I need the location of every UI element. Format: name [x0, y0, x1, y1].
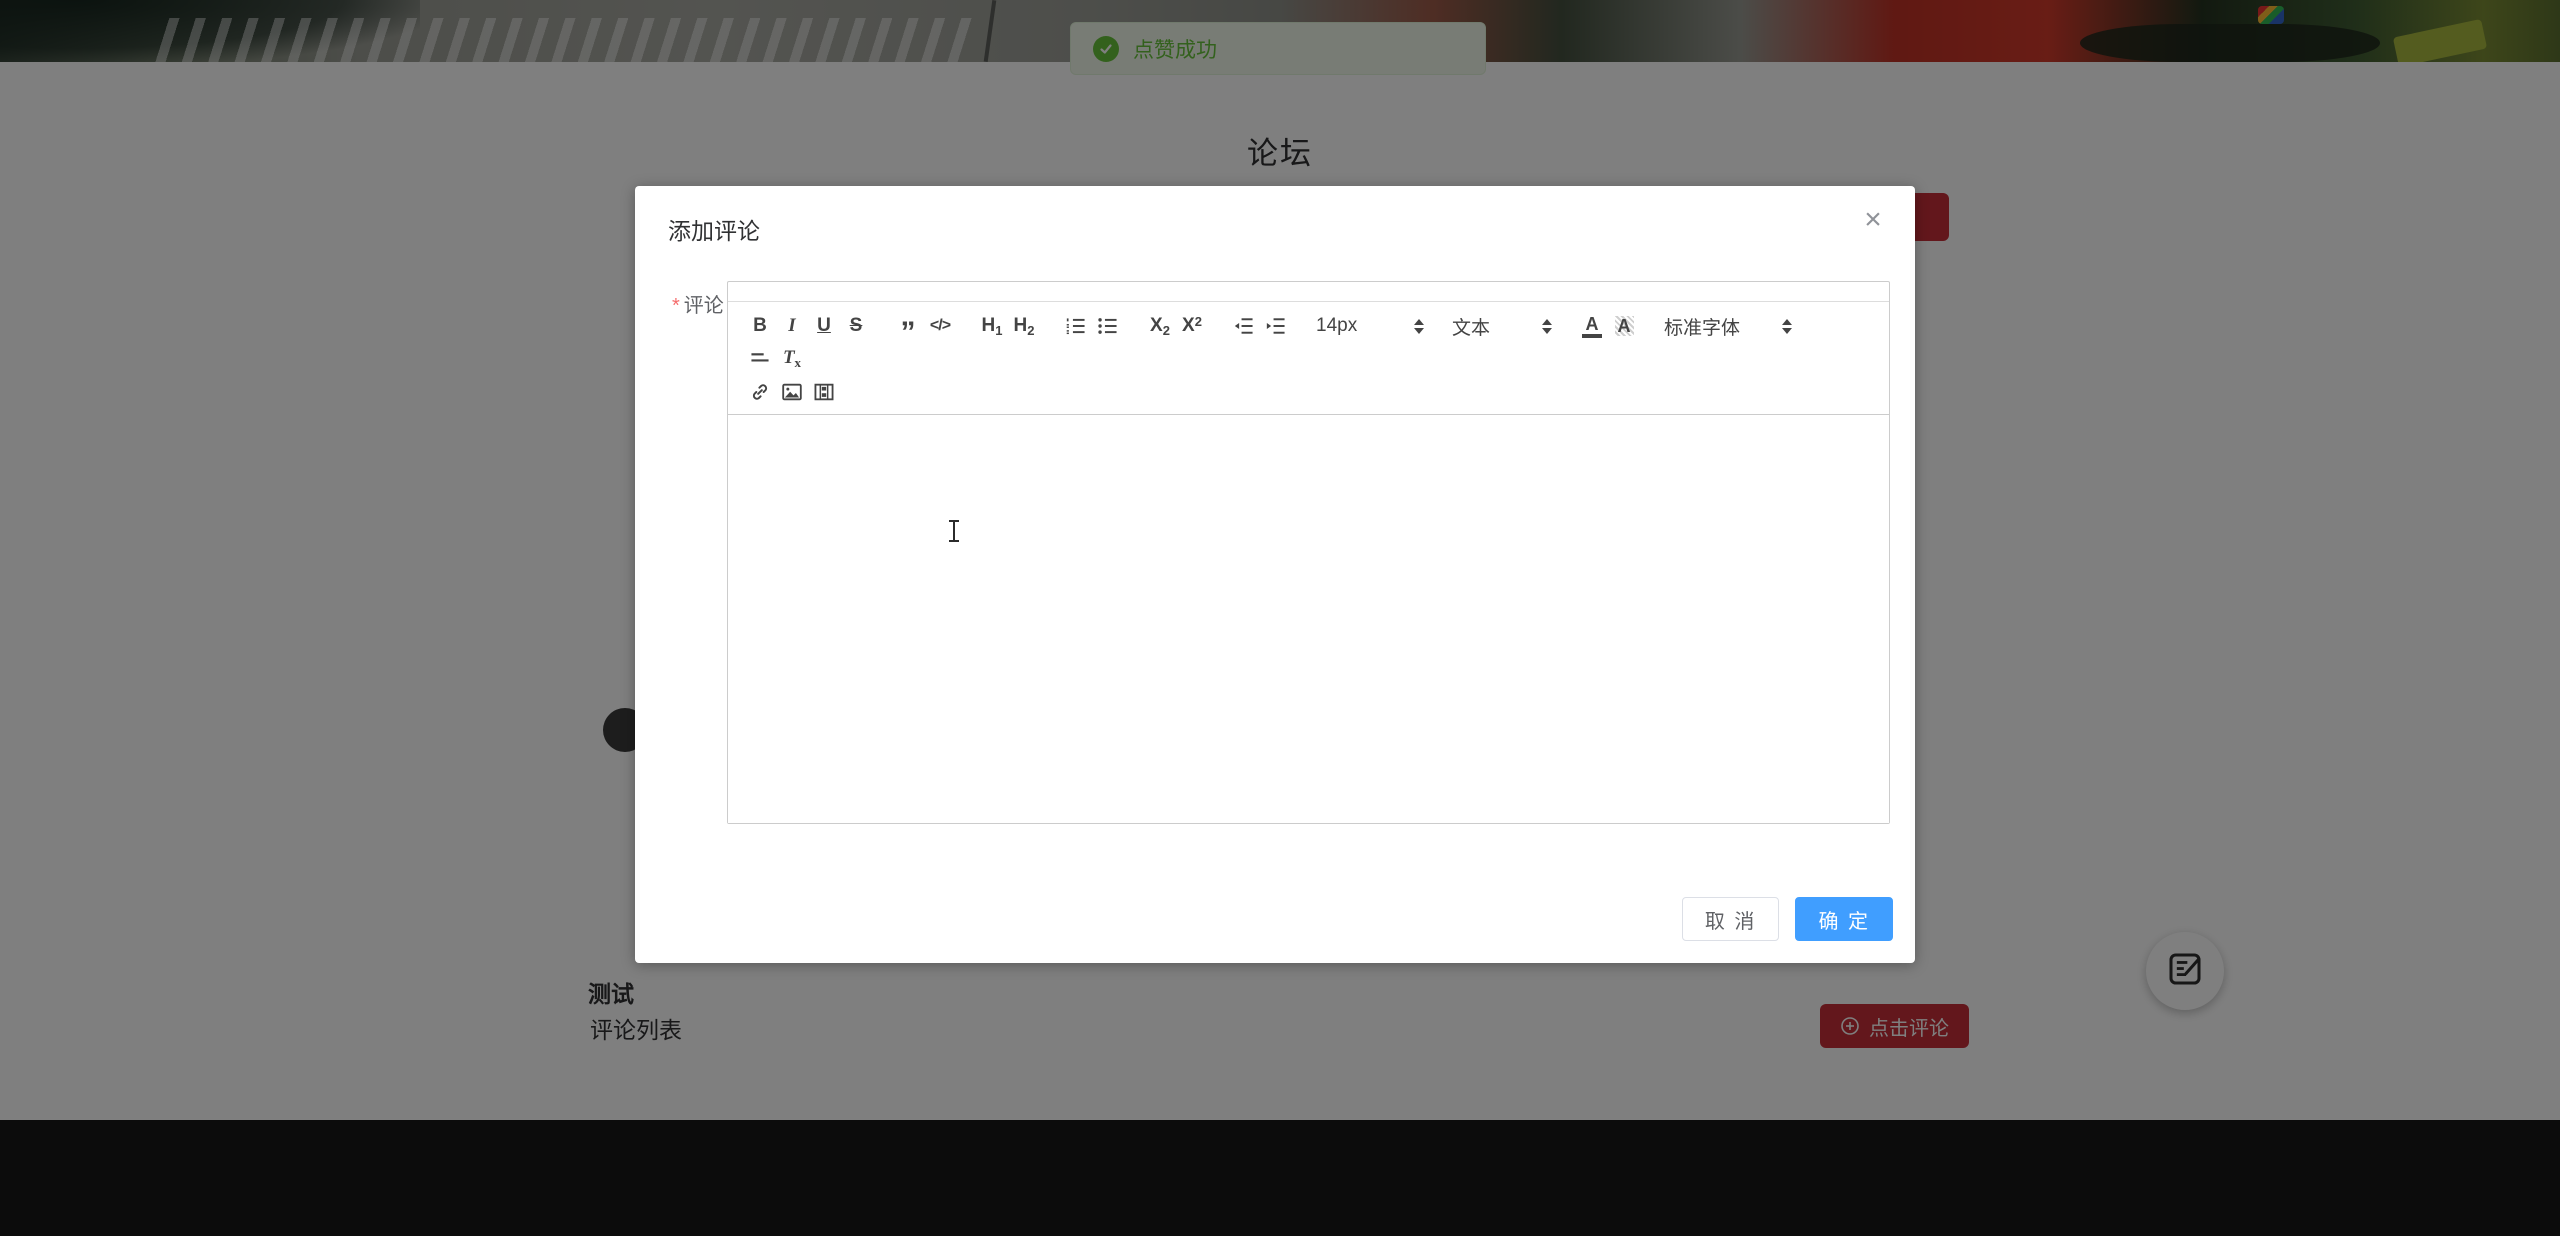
blockquote-button[interactable]: ”: [893, 310, 923, 342]
clean-x: x: [795, 355, 802, 371]
code-block-button[interactable]: </>: [925, 310, 955, 342]
add-comment-dialog: 添加评论 × *评论 B I U S ” </> H1 H2: [635, 186, 1915, 963]
background-color-button[interactable]: A: [1609, 310, 1639, 342]
sub-letter: X: [1150, 315, 1163, 337]
cancel-button[interactable]: 取 消: [1682, 897, 1780, 941]
toolbar-group-block: ” </>: [892, 310, 956, 342]
format-value: 文本: [1452, 313, 1490, 340]
subscript-button[interactable]: X2: [1145, 310, 1175, 342]
chevron-updown-icon: [1782, 319, 1792, 334]
toolbar-row-2: [744, 376, 1873, 408]
sup-number: 2: [1195, 315, 1202, 328]
toolbar-group-indent: [1228, 310, 1292, 342]
header2-button[interactable]: H2: [1009, 310, 1039, 342]
font-family-select[interactable]: 标准字体: [1660, 310, 1796, 342]
color-letter: A: [1586, 315, 1599, 333]
comment-label-text: 评论: [684, 295, 724, 317]
dialog-header: 添加评论 ×: [635, 186, 1915, 262]
font-size-select[interactable]: 14px: [1312, 310, 1428, 342]
rich-text-editor: B I U S ” </> H1 H2: [727, 281, 1890, 824]
toolbar-group-lists: [1060, 310, 1124, 342]
font-family-value: 标准字体: [1664, 313, 1740, 340]
bold-button[interactable]: B: [745, 310, 775, 342]
editor-toolbar: B I U S ” </> H1 H2: [728, 302, 1889, 415]
toolbar-group-script: X2 X2: [1144, 310, 1208, 342]
h2-letter: H: [1014, 315, 1028, 337]
background-letter: A: [1615, 316, 1634, 336]
comment-field-label: *评论: [672, 286, 720, 326]
editor-content-area[interactable]: [728, 415, 1889, 823]
h2-number: 2: [1027, 324, 1034, 337]
link-button[interactable]: [745, 376, 775, 408]
chevron-updown-icon: [1414, 319, 1424, 334]
toolbar-group-basic: B I U S: [744, 310, 872, 342]
dialog-title: 添加评论: [668, 212, 760, 246]
indent-button[interactable]: [1261, 310, 1291, 342]
bullet-list-button[interactable]: [1093, 310, 1123, 342]
outdent-button[interactable]: [1229, 310, 1259, 342]
underline-button[interactable]: U: [809, 310, 839, 342]
sup-letter: X: [1182, 315, 1195, 337]
sub-number: 2: [1163, 324, 1170, 337]
format-select[interactable]: 文本: [1448, 310, 1556, 342]
font-color-button[interactable]: A: [1577, 310, 1607, 342]
required-asterisk: *: [672, 295, 680, 317]
toolbar-group-align-clean: Tx: [744, 342, 808, 374]
editor-top-strip: [728, 282, 1889, 302]
toolbar-group-media: [744, 376, 840, 408]
header1-button[interactable]: H1: [977, 310, 1007, 342]
toolbar-group-headers: H1 H2: [976, 310, 1040, 342]
font-size-value: 14px: [1316, 315, 1357, 337]
close-icon[interactable]: ×: [1853, 200, 1893, 240]
clean-letter: T: [783, 347, 795, 369]
strikethrough-button[interactable]: S: [841, 310, 871, 342]
toolbar-row-1: B I U S ” </> H1 H2: [744, 310, 1873, 374]
h1-number: 1: [995, 324, 1002, 337]
toolbar-group-colors: A A: [1576, 310, 1640, 342]
h1-letter: H: [982, 315, 996, 337]
confirm-button[interactable]: 确 定: [1795, 897, 1893, 941]
color-bar: [1582, 334, 1602, 338]
dialog-footer: 取 消 确 定: [1682, 897, 1893, 941]
text-cursor-icon: [947, 518, 961, 544]
chevron-updown-icon: [1542, 319, 1552, 334]
video-button[interactable]: [809, 376, 839, 408]
image-button[interactable]: [777, 376, 807, 408]
clear-format-button[interactable]: Tx: [777, 342, 807, 374]
align-button[interactable]: [745, 342, 775, 374]
ordered-list-button[interactable]: [1061, 310, 1091, 342]
italic-button[interactable]: I: [777, 310, 807, 342]
superscript-button[interactable]: X2: [1177, 310, 1207, 342]
